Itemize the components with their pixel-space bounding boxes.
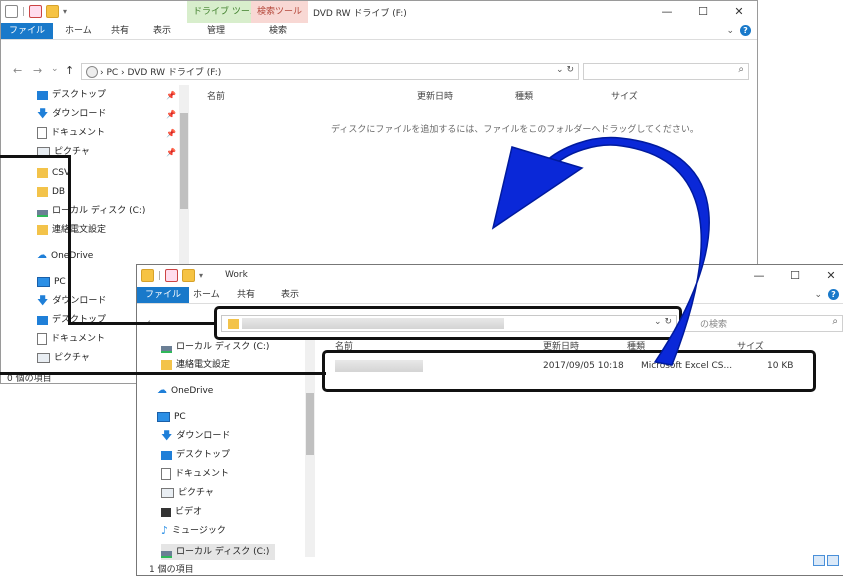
drag-arrow-head [491,146,584,230]
drag-arrow [491,136,710,366]
view-toggle [813,555,839,566]
large-icons-view-icon[interactable] [827,555,839,566]
details-view-icon[interactable] [813,555,825,566]
